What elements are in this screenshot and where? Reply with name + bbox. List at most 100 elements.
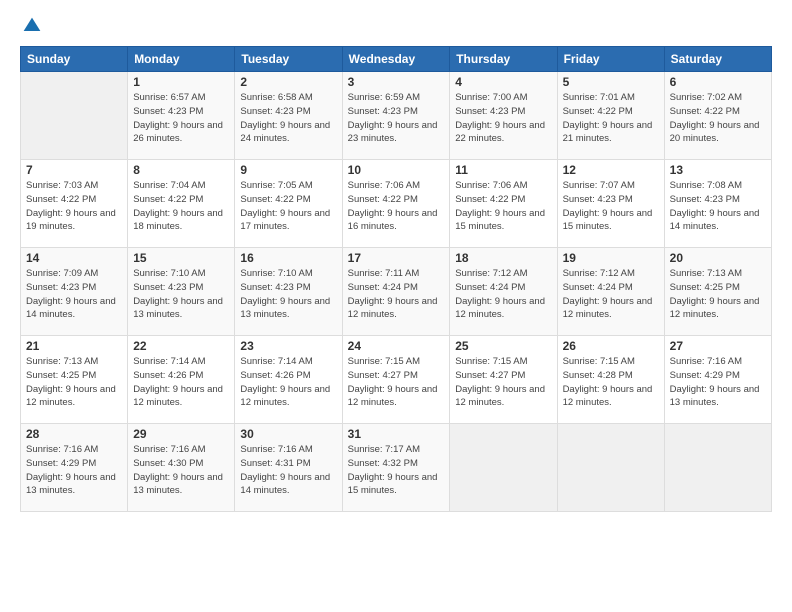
day-number: 24 (348, 339, 445, 353)
day-info: Sunrise: 7:12 AM Sunset: 4:24 PM Dayligh… (563, 267, 659, 322)
day-number: 30 (240, 427, 336, 441)
day-info: Sunrise: 7:10 AM Sunset: 4:23 PM Dayligh… (240, 267, 336, 322)
calendar-day-cell: 16 Sunrise: 7:10 AM Sunset: 4:23 PM Dayli… (235, 248, 342, 336)
calendar-day-cell: 27 Sunrise: 7:16 AM Sunset: 4:29 PM Dayli… (664, 336, 771, 424)
calendar-day-cell: 28 Sunrise: 7:16 AM Sunset: 4:29 PM Dayli… (21, 424, 128, 512)
day-number: 6 (670, 75, 766, 89)
day-number: 3 (348, 75, 445, 89)
calendar-day-cell (21, 72, 128, 160)
calendar-day-header: Thursday (450, 47, 557, 72)
day-number: 9 (240, 163, 336, 177)
calendar-day-cell: 18 Sunrise: 7:12 AM Sunset: 4:24 PM Dayli… (450, 248, 557, 336)
day-info: Sunrise: 7:13 AM Sunset: 4:25 PM Dayligh… (26, 355, 122, 410)
day-info: Sunrise: 6:57 AM Sunset: 4:23 PM Dayligh… (133, 91, 229, 146)
calendar-day-cell (450, 424, 557, 512)
calendar-day-header: Friday (557, 47, 664, 72)
day-number: 10 (348, 163, 445, 177)
calendar-day-cell: 20 Sunrise: 7:13 AM Sunset: 4:25 PM Dayli… (664, 248, 771, 336)
calendar-day-cell: 11 Sunrise: 7:06 AM Sunset: 4:22 PM Dayli… (450, 160, 557, 248)
calendar-week-row: 21Sunrise: 7:13 AM Sunset: 4:25 PM Dayli… (21, 336, 772, 424)
day-number: 26 (563, 339, 659, 353)
day-info: Sunrise: 7:14 AM Sunset: 4:26 PM Dayligh… (133, 355, 229, 410)
day-number: 7 (26, 163, 122, 177)
day-number: 22 (133, 339, 229, 353)
day-info: Sunrise: 7:16 AM Sunset: 4:29 PM Dayligh… (670, 355, 766, 410)
calendar-day-cell: 15 Sunrise: 7:10 AM Sunset: 4:23 PM Dayli… (128, 248, 235, 336)
calendar-day-header: Saturday (664, 47, 771, 72)
calendar-day-cell: 4 Sunrise: 7:00 AM Sunset: 4:23 PM Daylig… (450, 72, 557, 160)
day-info: Sunrise: 7:02 AM Sunset: 4:22 PM Dayligh… (670, 91, 766, 146)
day-number: 11 (455, 163, 551, 177)
page: SundayMondayTuesdayWednesdayThursdayFrid… (0, 0, 792, 612)
day-info: Sunrise: 7:11 AM Sunset: 4:24 PM Dayligh… (348, 267, 445, 322)
day-number: 8 (133, 163, 229, 177)
calendar-day-cell: 25 Sunrise: 7:15 AM Sunset: 4:27 PM Dayli… (450, 336, 557, 424)
calendar-day-cell: 30 Sunrise: 7:16 AM Sunset: 4:31 PM Dayli… (235, 424, 342, 512)
calendar-day-cell: 8Sunrise: 7:04 AM Sunset: 4:22 PM Daylig… (128, 160, 235, 248)
day-number: 1 (133, 75, 229, 89)
day-info: Sunrise: 7:16 AM Sunset: 4:31 PM Dayligh… (240, 443, 336, 498)
day-info: Sunrise: 7:12 AM Sunset: 4:24 PM Dayligh… (455, 267, 551, 322)
day-number: 14 (26, 251, 122, 265)
header (20, 16, 772, 36)
calendar-day-cell: 1 Sunrise: 6:57 AM Sunset: 4:23 PM Daylig… (128, 72, 235, 160)
calendar-day-cell: 23Sunrise: 7:14 AM Sunset: 4:26 PM Dayli… (235, 336, 342, 424)
calendar-day-cell: 21Sunrise: 7:13 AM Sunset: 4:25 PM Dayli… (21, 336, 128, 424)
calendar-week-row: 28 Sunrise: 7:16 AM Sunset: 4:29 PM Dayli… (21, 424, 772, 512)
day-info: Sunrise: 7:16 AM Sunset: 4:29 PM Dayligh… (26, 443, 122, 498)
calendar-day-cell: 2Sunrise: 6:58 AM Sunset: 4:23 PM Daylig… (235, 72, 342, 160)
day-number: 31 (348, 427, 445, 441)
calendar-week-row: 7 Sunrise: 7:03 AM Sunset: 4:22 PM Daylig… (21, 160, 772, 248)
calendar-day-cell (557, 424, 664, 512)
day-info: Sunrise: 7:08 AM Sunset: 4:23 PM Dayligh… (670, 179, 766, 234)
day-info: Sunrise: 7:06 AM Sunset: 4:22 PM Dayligh… (455, 179, 551, 234)
calendar-day-header: Wednesday (342, 47, 450, 72)
calendar-day-cell: 17 Sunrise: 7:11 AM Sunset: 4:24 PM Dayli… (342, 248, 450, 336)
day-number: 29 (133, 427, 229, 441)
calendar-day-cell: 6 Sunrise: 7:02 AM Sunset: 4:22 PM Daylig… (664, 72, 771, 160)
calendar-day-cell: 3 Sunrise: 6:59 AM Sunset: 4:23 PM Daylig… (342, 72, 450, 160)
calendar-day-cell: 7 Sunrise: 7:03 AM Sunset: 4:22 PM Daylig… (21, 160, 128, 248)
day-number: 25 (455, 339, 551, 353)
day-info: Sunrise: 7:15 AM Sunset: 4:28 PM Dayligh… (563, 355, 659, 410)
calendar-day-cell: 13 Sunrise: 7:08 AM Sunset: 4:23 PM Dayli… (664, 160, 771, 248)
calendar-day-cell: 29Sunrise: 7:16 AM Sunset: 4:30 PM Dayli… (128, 424, 235, 512)
day-info: Sunrise: 7:17 AM Sunset: 4:32 PM Dayligh… (348, 443, 445, 498)
calendar-week-row: 14Sunrise: 7:09 AM Sunset: 4:23 PM Dayli… (21, 248, 772, 336)
day-info: Sunrise: 7:07 AM Sunset: 4:23 PM Dayligh… (563, 179, 659, 234)
day-info: Sunrise: 7:10 AM Sunset: 4:23 PM Dayligh… (133, 267, 229, 322)
day-number: 15 (133, 251, 229, 265)
day-info: Sunrise: 6:58 AM Sunset: 4:23 PM Dayligh… (240, 91, 336, 146)
calendar-day-header: Monday (128, 47, 235, 72)
calendar-day-cell: 5Sunrise: 7:01 AM Sunset: 4:22 PM Daylig… (557, 72, 664, 160)
day-number: 27 (670, 339, 766, 353)
day-number: 12 (563, 163, 659, 177)
day-info: Sunrise: 7:00 AM Sunset: 4:23 PM Dayligh… (455, 91, 551, 146)
calendar-day-cell: 24Sunrise: 7:15 AM Sunset: 4:27 PM Dayli… (342, 336, 450, 424)
day-info: Sunrise: 7:05 AM Sunset: 4:22 PM Dayligh… (240, 179, 336, 234)
day-number: 20 (670, 251, 766, 265)
calendar-day-cell: 9 Sunrise: 7:05 AM Sunset: 4:22 PM Daylig… (235, 160, 342, 248)
calendar-header-row: SundayMondayTuesdayWednesdayThursdayFrid… (21, 47, 772, 72)
calendar-day-header: Tuesday (235, 47, 342, 72)
day-number: 4 (455, 75, 551, 89)
day-number: 16 (240, 251, 336, 265)
day-info: Sunrise: 7:03 AM Sunset: 4:22 PM Dayligh… (26, 179, 122, 234)
day-info: Sunrise: 7:13 AM Sunset: 4:25 PM Dayligh… (670, 267, 766, 322)
day-number: 18 (455, 251, 551, 265)
calendar-day-cell: 26 Sunrise: 7:15 AM Sunset: 4:28 PM Dayli… (557, 336, 664, 424)
day-number: 13 (670, 163, 766, 177)
day-info: Sunrise: 7:01 AM Sunset: 4:22 PM Dayligh… (563, 91, 659, 146)
calendar-day-cell: 19 Sunrise: 7:12 AM Sunset: 4:24 PM Dayli… (557, 248, 664, 336)
calendar-day-header: Sunday (21, 47, 128, 72)
day-info: Sunrise: 7:15 AM Sunset: 4:27 PM Dayligh… (455, 355, 551, 410)
day-info: Sunrise: 6:59 AM Sunset: 4:23 PM Dayligh… (348, 91, 445, 146)
day-number: 17 (348, 251, 445, 265)
calendar-day-cell: 22 Sunrise: 7:14 AM Sunset: 4:26 PM Dayli… (128, 336, 235, 424)
calendar-day-cell: 14Sunrise: 7:09 AM Sunset: 4:23 PM Dayli… (21, 248, 128, 336)
day-number: 28 (26, 427, 122, 441)
calendar-day-cell: 12 Sunrise: 7:07 AM Sunset: 4:23 PM Dayli… (557, 160, 664, 248)
day-info: Sunrise: 7:06 AM Sunset: 4:22 PM Dayligh… (348, 179, 445, 234)
calendar-day-cell: 31 Sunrise: 7:17 AM Sunset: 4:32 PM Dayli… (342, 424, 450, 512)
day-number: 19 (563, 251, 659, 265)
